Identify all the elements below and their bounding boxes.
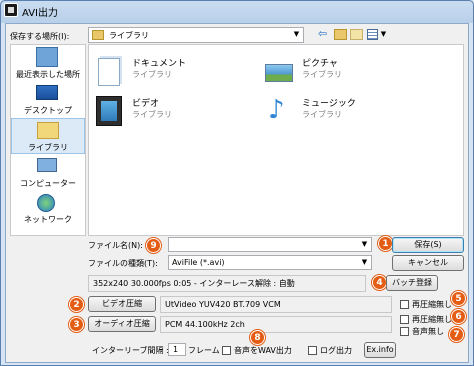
video-recompress-label: 再圧縮無し [412, 300, 452, 309]
save-in-label: 保存する場所(I): [10, 32, 70, 41]
callout-badge-4: 4 [372, 275, 387, 290]
place-libraries[interactable]: ライブラリ [11, 118, 85, 154]
library-type: ライブラリ [132, 110, 172, 119]
callout-badge-6: 6 [451, 309, 466, 324]
place-label: コンピューター [20, 179, 76, 188]
no-audio-label: 音声無し [412, 327, 444, 336]
library-name: ビデオ [132, 99, 160, 109]
chevron-down-icon: ▼ [361, 258, 368, 266]
interleave-unit: フレーム [188, 346, 220, 355]
chevron-down-icon[interactable]: ▼ [360, 240, 369, 248]
log-output-checkbox[interactable] [308, 346, 317, 355]
file-type-value: AviFile (*.avi) [172, 258, 225, 267]
callout-badge-2: 2 [69, 297, 84, 312]
chevron-down-icon: ▼ [293, 30, 300, 38]
library-pictures[interactable]: ピクチャ ライブラリ [262, 54, 432, 90]
view-dropdown-icon[interactable]: ▼ [379, 30, 388, 38]
library-type: ライブラリ [302, 70, 342, 79]
video-compress-button[interactable]: ビデオ圧縮 [88, 296, 156, 312]
file-name-label: ファイル名(N): [88, 241, 143, 250]
interleave-input[interactable]: 1 [168, 343, 186, 356]
callout-badge-8: 8 [250, 330, 265, 345]
computer-icon [37, 158, 57, 172]
place-computer[interactable]: コンピューター [10, 157, 86, 191]
save-button[interactable]: 保存(S) [392, 237, 464, 253]
recent-places-icon [36, 47, 58, 67]
save-in-value: ライブラリ [109, 31, 149, 40]
network-icon [37, 194, 55, 212]
callout-badge-9: 9 [146, 238, 161, 253]
cancel-button[interactable]: キャンセル [392, 255, 464, 271]
place-network[interactable]: ネットワーク [10, 193, 86, 227]
libraries-icon [37, 122, 59, 139]
library-type: ライブラリ [302, 110, 342, 119]
interleave-label: インターリーブ間隔 : [92, 346, 169, 355]
file-type-select[interactable]: AviFile (*.avi) ▼ [168, 255, 372, 270]
callout-badge-5: 5 [451, 291, 466, 306]
view-menu-icon[interactable] [367, 29, 378, 40]
video-recompress-checkbox[interactable] [400, 300, 409, 309]
place-desktop[interactable]: デスクトップ [10, 83, 86, 117]
video-codec-text: UtVideo YUV420 BT.709 VCM [160, 296, 392, 313]
no-audio-checkbox[interactable] [400, 327, 409, 336]
audio-recompress-label: 再圧縮無し [412, 315, 452, 324]
exinfo-button[interactable]: Ex.info [364, 342, 396, 358]
library-videos[interactable]: ビデオ ライブラリ [92, 93, 262, 129]
place-label: ネットワーク [24, 215, 72, 224]
file-type-label: ファイルの種類(T): [88, 259, 158, 268]
place-label: ライブラリ [28, 143, 68, 152]
wav-output-label: 音声をWAV出力 [234, 346, 292, 355]
desktop-icon [36, 85, 58, 100]
pictures-icon [262, 54, 296, 88]
videos-icon [92, 93, 126, 127]
audio-compress-button[interactable]: オーディオ圧縮 [88, 316, 156, 332]
wav-output-checkbox[interactable] [222, 346, 231, 355]
audio-codec-text: PCM 44.100kHz 2ch [160, 316, 392, 333]
window-title: AVI出力 [22, 8, 58, 19]
library-name: ピクチャ [302, 59, 338, 69]
interleave-value: 1 [173, 345, 179, 354]
library-type: ライブラリ [132, 70, 172, 79]
place-label: デスクトップ [24, 106, 72, 115]
file-name-input[interactable]: ▼ [168, 237, 372, 252]
place-label: 最近表示した場所 [16, 70, 80, 79]
log-output-label: ログ出力 [320, 346, 352, 355]
up-folder-icon[interactable] [334, 29, 347, 40]
library-music[interactable]: ♪ ミュージック ライブラリ [262, 93, 432, 129]
back-arrow-icon[interactable]: ⇦ [318, 27, 327, 40]
library-name: ドキュメント [132, 59, 187, 69]
library-name: ミュージック [302, 99, 356, 109]
documents-icon [92, 54, 126, 88]
callout-badge-3: 3 [69, 317, 84, 332]
batch-register-button[interactable]: バッチ登録 [386, 275, 438, 291]
video-info-text: 352x240 30.000fps 0:05 - インターレース解除 : 自動 [88, 275, 366, 292]
callout-badge-7: 7 [449, 327, 464, 342]
callout-badge-1: 1 [378, 236, 393, 251]
folder-icon [92, 30, 104, 40]
app-icon [4, 3, 18, 17]
audio-recompress-checkbox[interactable] [400, 315, 409, 324]
new-folder-icon[interactable] [350, 29, 363, 40]
place-recent[interactable]: 最近表示した場所 [10, 46, 86, 82]
music-note-icon: ♪ [268, 95, 285, 125]
library-documents[interactable]: ドキュメント ライブラリ [92, 54, 262, 90]
save-in-combo[interactable]: ライブラリ ▼ [88, 27, 304, 43]
